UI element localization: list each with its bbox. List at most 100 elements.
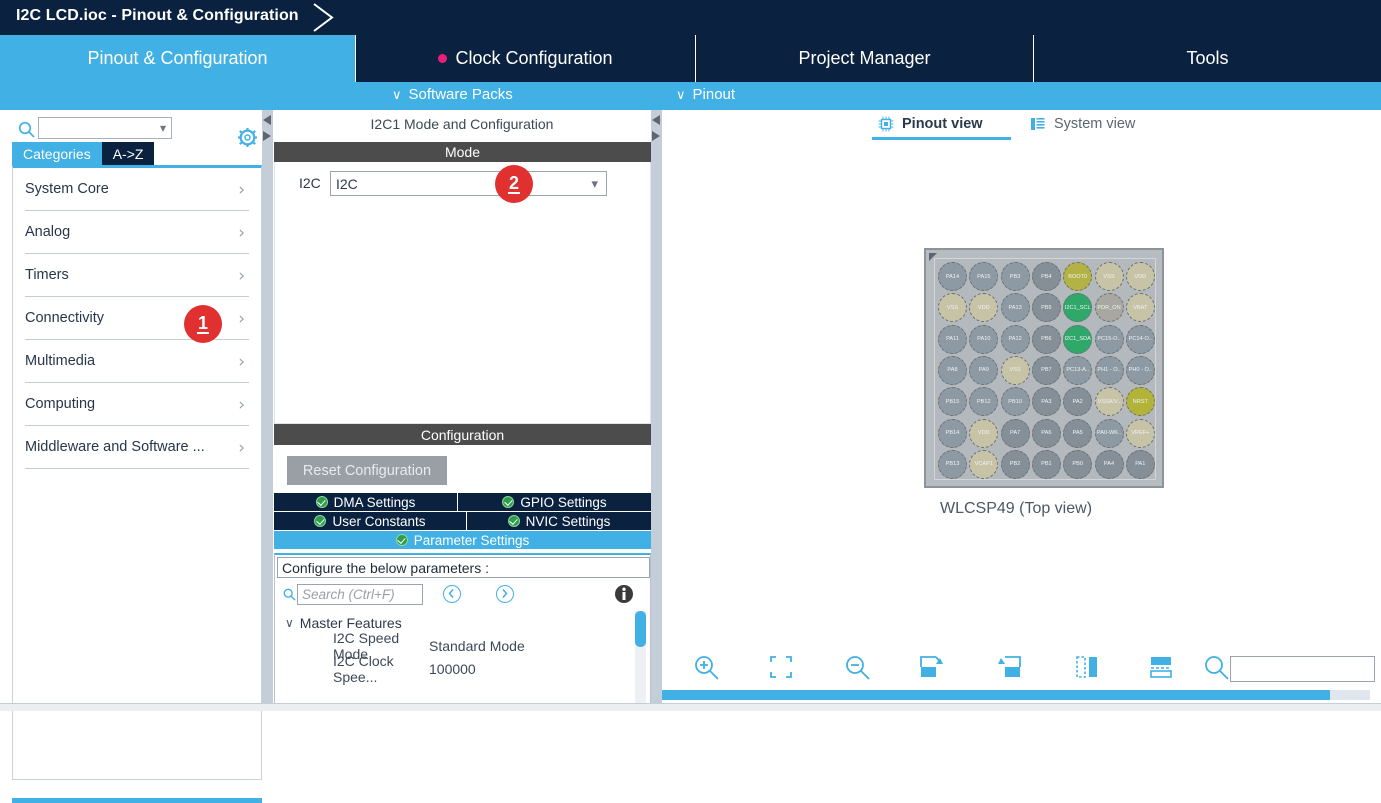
chip-pin[interactable]: PB14 [938, 418, 967, 448]
chip-pin[interactable]: PA14 [938, 262, 967, 291]
config-tab-dma-settings[interactable]: DMA Settings [274, 493, 458, 512]
next-match-icon[interactable] [496, 585, 514, 603]
sidebar-item-computing[interactable]: Computing › [25, 383, 249, 426]
search-icon[interactable] [1202, 653, 1230, 681]
zoom-out-icon[interactable] [843, 653, 871, 681]
search-icon[interactable] [283, 588, 296, 601]
chip-pin[interactable]: PB0 [1063, 449, 1093, 479]
chip-pin[interactable]: PB15 [938, 387, 967, 417]
sidebar-tab-a-z[interactable]: A->Z [101, 142, 155, 165]
info-icon[interactable] [614, 584, 634, 604]
chip-pin[interactable]: VREF+ [1125, 418, 1155, 448]
flip-horizontal-icon[interactable] [1073, 653, 1101, 681]
zoom-in-icon[interactable] [692, 653, 720, 681]
collapse-left-icon[interactable] [263, 115, 271, 125]
chip-pin[interactable]: PB13 [938, 449, 967, 479]
chip-pin[interactable]: PB6 [1031, 324, 1061, 354]
chip-pin[interactable]: PB3 [1000, 262, 1030, 291]
chip-pin[interactable]: PA12 [1000, 324, 1030, 354]
chip-pin[interactable]: PC13-A.. [1063, 355, 1093, 385]
chip-pin[interactable]: PA9 [969, 355, 999, 385]
expand-right-icon[interactable] [263, 131, 271, 141]
chip-pin[interactable]: I2C1_SCL [1063, 293, 1093, 323]
chip-pin[interactable]: VDD [1125, 262, 1155, 291]
chip-pin[interactable]: VCAP1 [969, 449, 999, 479]
sidebar-item-middleware-and-software[interactable]: Middleware and Software ... › [25, 426, 249, 469]
config-tab-nvic-settings[interactable]: NVIC Settings [467, 512, 651, 531]
chip-pin[interactable]: PA8 [938, 355, 967, 385]
chip-pin[interactable]: VSS [938, 293, 967, 323]
splitter-right[interactable] [651, 110, 662, 711]
chip-pin[interactable]: PA7 [1000, 418, 1030, 448]
main-tab-project-manager[interactable]: Project Manager [695, 35, 1033, 82]
config-tab-user-constants[interactable]: User Constants [274, 512, 467, 531]
sidebar-tab-categories[interactable]: Categories [12, 142, 102, 165]
chip-pin[interactable]: VBAT [1125, 293, 1155, 323]
chip-pin[interactable]: PB7 [1031, 355, 1061, 385]
pinout-search-input[interactable] [1230, 656, 1375, 682]
chip-pin[interactable]: PB5 [1031, 293, 1061, 323]
main-tab-tools[interactable]: Tools [1033, 35, 1381, 82]
rotate-left-icon[interactable] [994, 653, 1024, 681]
chip-pin[interactable]: PH0 - O.. [1125, 355, 1155, 385]
flip-vertical-icon[interactable] [1147, 653, 1175, 681]
chip-pin[interactable]: PB10 [1000, 387, 1030, 417]
chip-pin[interactable]: VDD [969, 293, 999, 323]
chip-pin[interactable]: PA15 [969, 262, 999, 291]
previous-match-icon[interactable] [443, 585, 461, 603]
config-tab-parameter-settings[interactable]: Parameter Settings [274, 531, 651, 550]
param-value[interactable]: Standard Mode [429, 638, 525, 654]
view-tab-system-view[interactable]: System view [1030, 116, 1135, 132]
chip-pin[interactable]: PB12 [969, 387, 999, 417]
chip-pin[interactable]: PB2 [1000, 449, 1030, 479]
rotate-right-icon[interactable] [917, 653, 947, 681]
config-tab-gpio-settings[interactable]: GPIO Settings [458, 493, 651, 512]
chip-pin[interactable]: PA5 [1063, 418, 1093, 448]
chip-pin[interactable]: PC14-O.. [1125, 324, 1155, 354]
parameter-search-input[interactable]: Search (Ctrl+F) [297, 584, 423, 605]
param-value[interactable]: 100000 [429, 661, 476, 677]
expand-right-icon[interactable] [652, 131, 660, 141]
gear-icon[interactable] [238, 128, 257, 147]
collapse-left-icon[interactable] [652, 115, 660, 125]
splitter-left[interactable] [262, 110, 273, 711]
chip-pin[interactable]: PB1 [1031, 449, 1061, 479]
i2c-mode-select[interactable]: I2C ▾ [330, 171, 607, 196]
chip-pin[interactable]: VSS [1094, 262, 1124, 291]
chip-pin[interactable]: PA11 [938, 324, 967, 354]
main-tab-clock-configuration[interactable]: Clock Configuration [355, 35, 695, 82]
chip-pin[interactable]: PH1 - O.. [1094, 355, 1124, 385]
chip-pin[interactable]: PA13 [1000, 293, 1030, 323]
sub-toolbar-item-software-packs[interactable]: ∨ Software Packs [392, 86, 513, 103]
chip-pin[interactable]: VSSA/V.. [1094, 387, 1124, 417]
sidebar-search-input[interactable]: ▾ [38, 117, 172, 139]
chip-pin[interactable]: VDD [969, 418, 999, 448]
chip-pin[interactable]: PA1 [1125, 449, 1155, 479]
main-tab-pinout-configuration[interactable]: Pinout & Configuration [0, 35, 355, 82]
sidebar-item-system-core[interactable]: System Core › [25, 168, 249, 211]
parameter-scrollbar-thumb[interactable] [635, 611, 646, 647]
chip-pin[interactable]: I2C1_SDA [1063, 324, 1093, 354]
sub-toolbar-item-pinout[interactable]: ∨ Pinout [676, 86, 735, 103]
chip-pin[interactable]: PC15-O.. [1094, 324, 1124, 354]
chip-pin[interactable]: PA6 [1031, 418, 1061, 448]
sidebar-item-analog[interactable]: Analog › [25, 211, 249, 254]
param-row[interactable]: I2C Clock Spee... 100000 [277, 653, 650, 685]
chip-pin[interactable]: BOOT0 [1063, 262, 1093, 291]
chip-pin[interactable]: VSS [1000, 355, 1030, 385]
chip-pin[interactable]: PDR_ON [1094, 293, 1124, 323]
chip-pin[interactable]: PA4 [1094, 449, 1124, 479]
chip-pin[interactable]: NRST [1125, 387, 1155, 417]
chip-pin[interactable]: PA10 [969, 324, 999, 354]
chip-pin[interactable]: PA3 [1031, 387, 1061, 417]
chip-pinout-diagram[interactable]: PA14 PA15 PB3 PB4 BOOT0 VSS VDD VSS VDD PA13 PB5 I2… [924, 248, 1164, 488]
chip-pin[interactable]: PA0-WK.. [1094, 418, 1124, 448]
chip-pin[interactable]: PA2 [1063, 387, 1093, 417]
horizontal-scrollbar-thumb[interactable] [662, 690, 1330, 700]
reset-configuration-button[interactable]: Reset Configuration [287, 456, 447, 485]
view-tab-pinout-view[interactable]: Pinout view [878, 116, 983, 132]
sidebar-item-multimedia[interactable]: Multimedia › [25, 340, 249, 383]
search-icon[interactable] [18, 121, 35, 138]
fit-to-screen-icon[interactable] [767, 653, 795, 681]
chip-pin[interactable]: PB4 [1031, 262, 1061, 291]
